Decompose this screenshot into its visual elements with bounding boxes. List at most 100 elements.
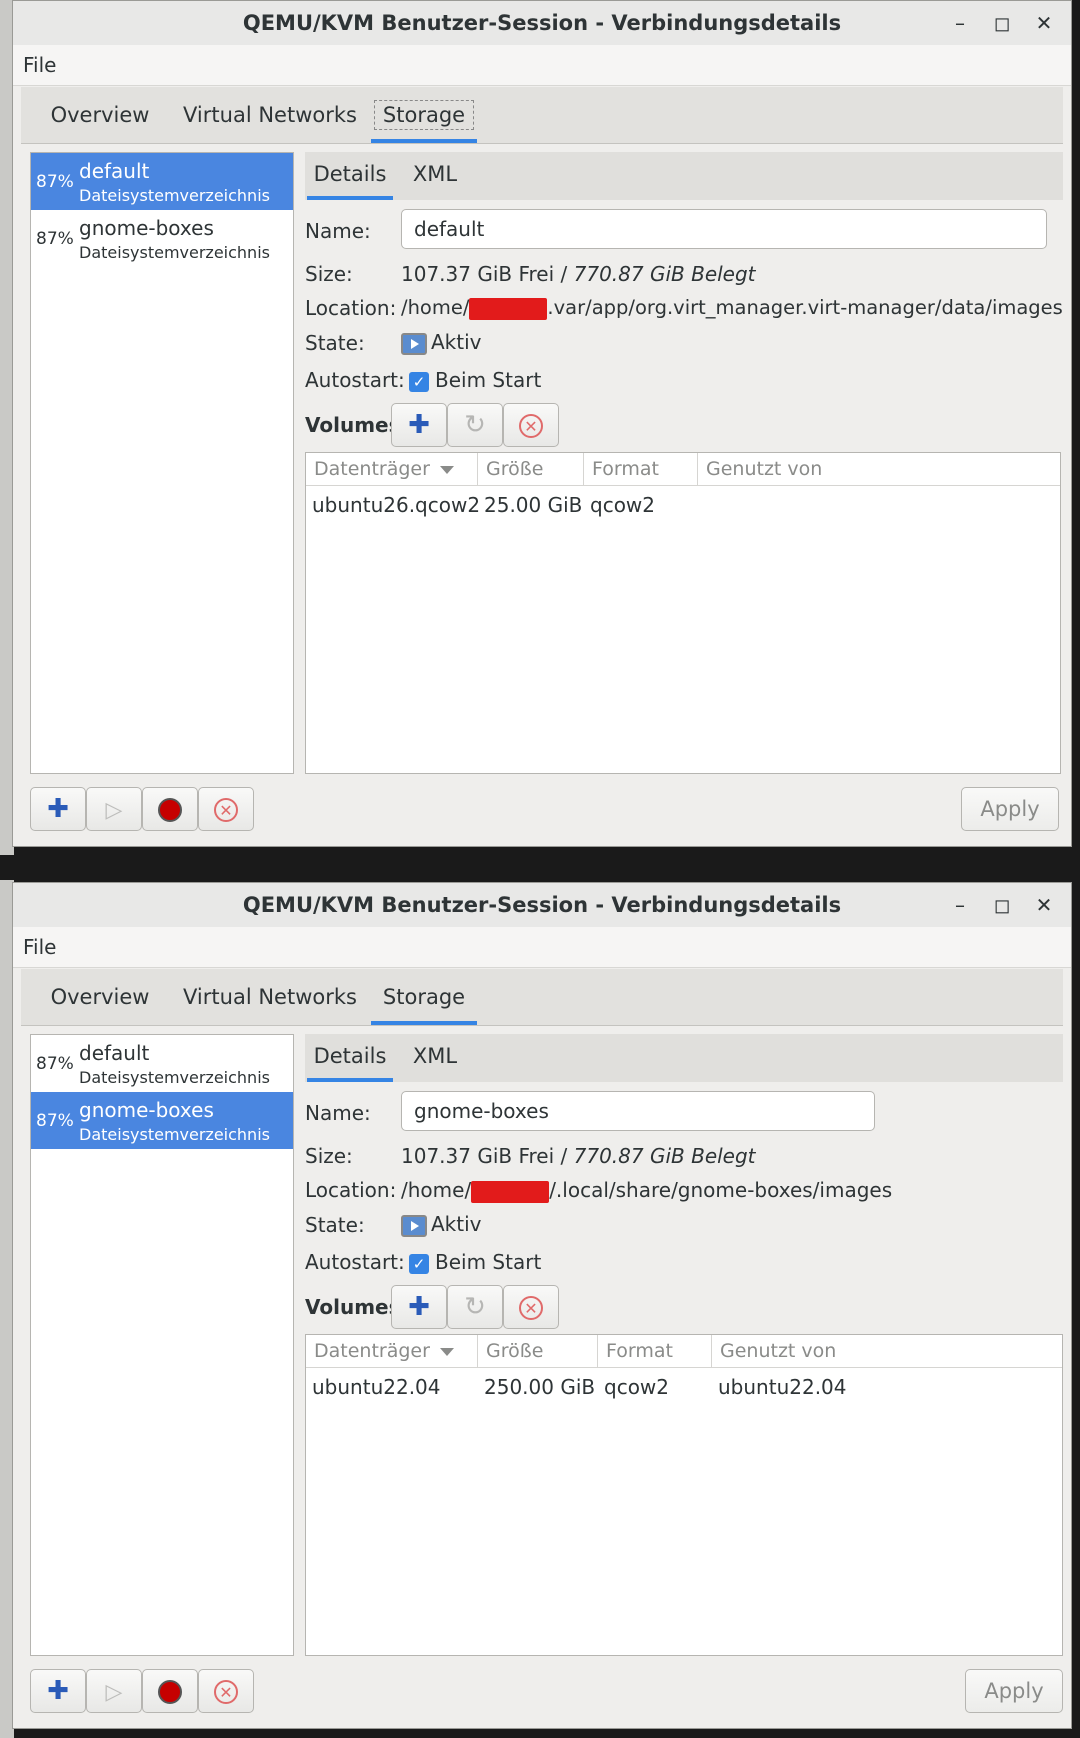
plus-icon: ✚ (47, 794, 69, 824)
autostart-checkbox[interactable]: ✓ Beim Start (409, 368, 541, 392)
location-suffix: /.local/share/gnome-boxes/images (549, 1178, 893, 1202)
menu-file[interactable]: File (23, 927, 56, 967)
refresh-volumes-button[interactable]: ↻ (447, 403, 503, 447)
delete-pool-button[interactable]: ✕ (198, 787, 254, 831)
storage-pool-list: 87% default Dateisystemverzeichnis 87% g… (30, 1034, 294, 1656)
minimize-icon[interactable]: – (945, 883, 975, 927)
add-volume-button[interactable]: ✚ (391, 403, 447, 447)
pool-item-gnome-boxes[interactable]: 87% gnome-boxes Dateisystemverzeichnis (31, 210, 293, 267)
tab-virtual-networks[interactable]: Virtual Networks (179, 979, 361, 1025)
title-bar[interactable]: QEMU/KVM Benutzer-Session - Verbindungsd… (13, 1, 1071, 46)
column-header-format[interactable]: Format (598, 1335, 712, 1367)
state-active-icon (401, 1214, 427, 1237)
column-header-datentraeger[interactable]: Datenträger (306, 1335, 478, 1367)
column-header-format[interactable]: Format (584, 453, 698, 485)
volume-used-by: ubuntu22.04 (718, 1375, 847, 1399)
size-label: Size: (305, 1144, 353, 1168)
add-volume-button[interactable]: ✚ (391, 1285, 447, 1329)
delete-icon: ✕ (214, 1679, 238, 1704)
add-pool-button[interactable]: ✚ (30, 1669, 86, 1713)
size-label: Size: (305, 262, 353, 286)
sort-caret-icon (439, 1347, 454, 1356)
subtab-details[interactable]: Details (307, 152, 393, 200)
tab-virtual-networks[interactable]: Virtual Networks (179, 97, 361, 143)
pool-name-field[interactable] (401, 1091, 875, 1131)
volume-name: ubuntu22.04 (312, 1375, 441, 1399)
state-text: Aktiv (431, 330, 482, 354)
tab-storage[interactable]: Storage (371, 97, 477, 143)
close-icon[interactable]: ✕ (1029, 883, 1059, 927)
pool-type: Dateisystemverzeichnis (79, 1068, 270, 1087)
menu-bar: File (13, 45, 1071, 86)
subtab-xml[interactable]: XML (405, 1034, 465, 1082)
maximize-icon[interactable]: ◻ (987, 1, 1017, 45)
pool-name-field[interactable] (401, 209, 1047, 249)
size-value: 107.37 GiB Frei / 770.87 GiB Belegt (401, 262, 756, 286)
stop-icon (158, 797, 182, 822)
pool-name: gnome-boxes (79, 216, 214, 240)
location-label: Location: (305, 296, 397, 320)
delete-volume-button[interactable]: ✕ (503, 1285, 559, 1329)
pool-item-default[interactable]: 87% default Dateisystemverzeichnis (31, 1035, 293, 1092)
start-pool-button[interactable]: ▷ (86, 1669, 142, 1713)
pool-item-default[interactable]: 87% default Dateisystemverzeichnis (31, 153, 293, 210)
tab-storage-label: Storage (382, 985, 466, 1009)
window-title: QEMU/KVM Benutzer-Session - Verbindungsd… (242, 11, 842, 35)
stop-icon (158, 1679, 182, 1704)
location-prefix: /home/ (401, 1178, 472, 1202)
location-value: /home/ .var/app/org.virt_manager.virt-man… (401, 296, 1063, 320)
volumes-table: Datenträger Größe Format Genutzt von ubu… (305, 452, 1061, 774)
column-header-groesse[interactable]: Größe (478, 1335, 598, 1367)
pool-usage-percent: 87% (36, 1054, 74, 1074)
add-pool-button[interactable]: ✚ (30, 787, 86, 831)
pool-usage-percent: 87% (36, 172, 74, 192)
pool-item-gnome-boxes[interactable]: 87% gnome-boxes Dateisystemverzeichnis (31, 1092, 293, 1149)
delete-pool-button[interactable]: ✕ (198, 1669, 254, 1713)
volume-size: 250.00 GiB (484, 1375, 596, 1399)
tab-overview[interactable]: Overview (35, 979, 165, 1025)
tab-overview[interactable]: Overview (35, 97, 165, 143)
maximize-icon[interactable]: ◻ (987, 883, 1017, 927)
start-pool-button[interactable]: ▷ (86, 787, 142, 831)
menu-file[interactable]: File (23, 45, 56, 85)
autostart-label: Autostart: (305, 1250, 405, 1274)
volumes-table-header: Datenträger Größe Format Genutzt von (306, 453, 1060, 486)
state-active-icon (401, 332, 427, 355)
autostart-text: Beim Start (435, 368, 542, 392)
refresh-icon: ↻ (464, 410, 486, 440)
connection-details-window: QEMU/KVM Benutzer-Session - Verbindungsd… (12, 882, 1072, 1729)
apply-button[interactable]: Apply (965, 1669, 1063, 1713)
column-header-genutzt-von[interactable]: Genutzt von (712, 1335, 1064, 1367)
subtab-details[interactable]: Details (307, 1034, 393, 1082)
volume-format: qcow2 (604, 1375, 670, 1399)
stop-pool-button[interactable] (142, 1669, 198, 1713)
minimize-icon[interactable]: – (945, 1, 975, 45)
delete-icon: ✕ (214, 797, 238, 822)
name-label: Name: (305, 219, 371, 243)
redaction-mark (469, 297, 548, 320)
tab-storage[interactable]: Storage (371, 979, 477, 1025)
subtab-xml[interactable]: XML (405, 152, 465, 200)
volumes-label: Volumes (305, 1295, 401, 1319)
main-tabs: Overview Virtual Networks Storage (21, 969, 1063, 1026)
column-header-genutzt-von[interactable]: Genutzt von (698, 453, 1062, 485)
apply-button[interactable]: Apply (961, 787, 1059, 831)
volume-name: ubuntu26.qcow2 (312, 493, 481, 517)
pool-type: Dateisystemverzeichnis (79, 186, 270, 205)
autostart-checkbox[interactable]: ✓ Beim Start (409, 1250, 541, 1274)
plus-icon: ✚ (408, 410, 430, 440)
play-icon: ▷ (105, 1680, 123, 1705)
column-header-groesse[interactable]: Größe (478, 453, 584, 485)
pool-detail-panel: Details XML Name: Size: 107.37 GiB Frei … (305, 152, 1063, 774)
stop-pool-button[interactable] (142, 787, 198, 831)
location-prefix: /home/ (401, 296, 470, 319)
location-suffix: .var/app/org.virt_manager.virt-manager/d… (547, 296, 1063, 319)
column-header-datentraeger[interactable]: Datenträger (306, 453, 478, 485)
title-bar[interactable]: QEMU/KVM Benutzer-Session - Verbindungsd… (13, 883, 1071, 928)
play-icon: ▷ (105, 798, 123, 823)
autostart-text: Beim Start (435, 1250, 542, 1274)
refresh-volumes-button[interactable]: ↻ (447, 1285, 503, 1329)
delete-volume-button[interactable]: ✕ (503, 403, 559, 447)
close-icon[interactable]: ✕ (1029, 1, 1059, 45)
plus-icon: ✚ (47, 1676, 69, 1706)
